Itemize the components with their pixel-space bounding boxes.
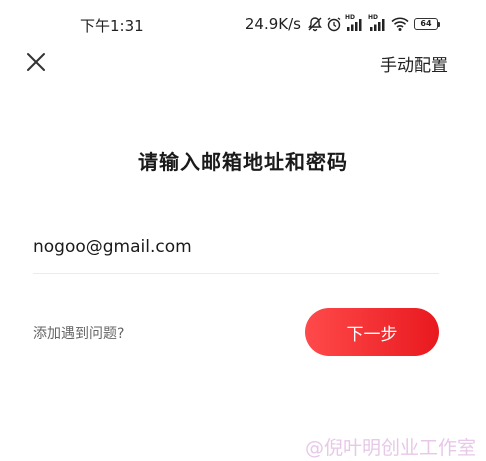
hd-label: HD [345,14,356,21]
signal-icon: HD [345,14,365,32]
status-time: 下午1:31 [80,17,144,35]
battery-tip [438,21,440,27]
next-button[interactable]: 下一步 [305,308,439,356]
page-title: 请输入邮箱地址和密码 [138,150,348,174]
battery-icon: 64 [414,18,440,30]
help-link[interactable]: 添加遇到问题? [33,323,124,343]
watermark: @倪叶明创业工作室 [304,437,476,459]
alarm-icon [326,16,342,32]
status-icons: 24.9K/s HD HD 64 [244,14,440,33]
input-underline [33,273,439,274]
hd-label: HD [368,14,379,21]
network-speed: 24.9K/s [244,15,301,33]
close-icon [27,53,45,71]
close-button[interactable] [24,50,48,74]
email-field[interactable] [33,229,439,265]
manual-config-button[interactable]: 手动配置 [380,51,448,76]
signal-icon: HD [368,14,388,32]
mute-icon [307,16,323,32]
battery-level: 64 [414,18,438,30]
status-bar: 下午1:31 24.9K/s HD HD 64 [0,0,486,44]
wifi-icon [391,16,409,32]
